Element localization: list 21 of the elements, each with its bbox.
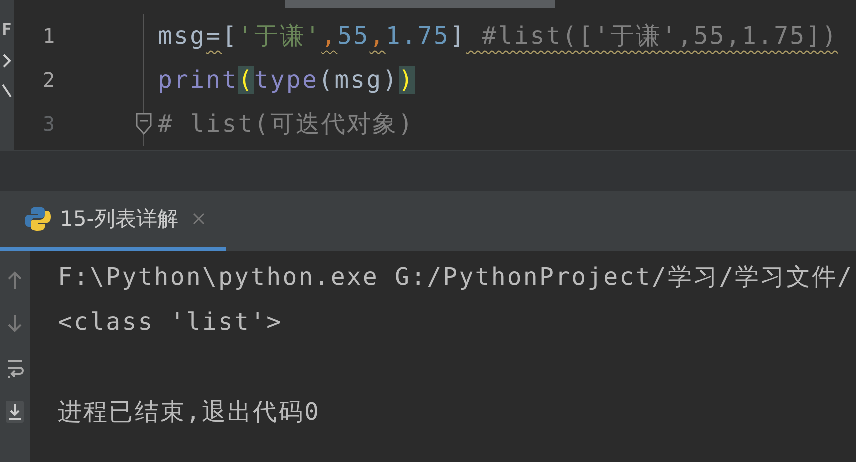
scrollbar[interactable] xyxy=(285,0,555,8)
line-number: 3 xyxy=(42,112,56,136)
wrap-icon[interactable] xyxy=(6,357,24,379)
console-line: F:\Python\python.exe G:/PythonProject/学习/学习文件/ xyxy=(58,262,854,293)
down-arrow-icon[interactable] xyxy=(6,313,24,335)
slash-icon xyxy=(2,83,12,99)
line-number: 1 xyxy=(42,24,56,48)
close-icon[interactable] xyxy=(192,212,206,226)
line-number: 2 xyxy=(42,68,56,92)
code-line: print(type(msg)) xyxy=(157,66,415,94)
python-icon xyxy=(24,205,52,233)
chevron-icon[interactable] xyxy=(2,53,12,69)
fold-icon[interactable] xyxy=(136,113,152,135)
sidebar-label[interactable]: F xyxy=(2,20,12,39)
scroll-to-end-icon[interactable] xyxy=(6,401,24,423)
code-line: # list(可迭代对象) xyxy=(157,109,414,140)
console-line: 进程已结束,退出代码0 xyxy=(58,397,322,428)
console-line: <class 'list'> xyxy=(58,307,284,338)
up-arrow-icon[interactable] xyxy=(6,269,24,291)
code-line: msg=['于谦',55,1.75] #list(['于谦',55,1.75]) xyxy=(157,21,838,52)
tab-label: 15-列表详解 xyxy=(60,206,178,233)
